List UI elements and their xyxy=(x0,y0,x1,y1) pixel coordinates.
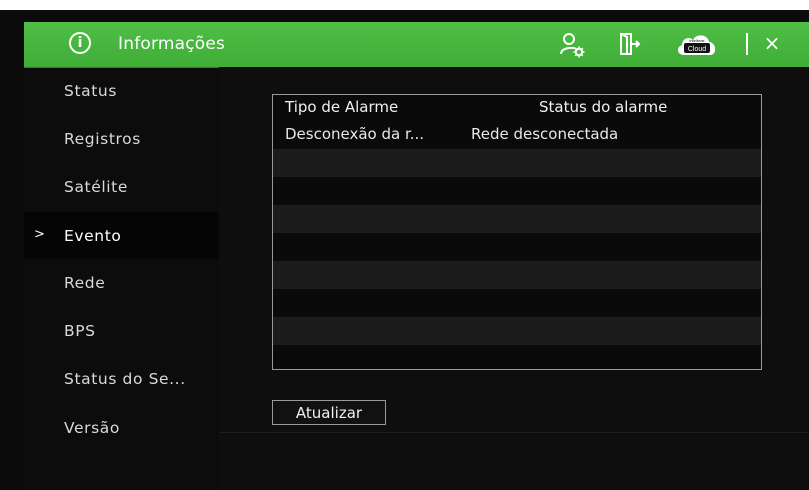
logout-icon[interactable] xyxy=(619,32,641,56)
sidebar-item-satelite[interactable]: Satélite xyxy=(24,163,219,210)
sidebar-item-label: BPS xyxy=(64,322,96,340)
table-row-empty xyxy=(273,149,761,177)
alarm-table: Tipo de Alarme Status do alarme Desconex… xyxy=(272,94,762,370)
alarm-type-cell: Desconexão da r... xyxy=(285,125,425,143)
sidebar-item-versao[interactable]: Versão xyxy=(24,404,219,451)
content-divider xyxy=(219,432,809,433)
user-settings-icon[interactable] xyxy=(559,32,585,58)
table-row-empty xyxy=(273,317,761,345)
sidebar-item-label: Status xyxy=(64,82,117,100)
info-icon: i xyxy=(69,32,91,54)
table-row-empty xyxy=(273,261,761,289)
sidebar-item-bps[interactable]: BPS xyxy=(24,307,219,354)
window-title: Informações xyxy=(118,34,226,54)
sidebar-item-label: Versão xyxy=(64,419,120,437)
alarm-status-cell: Rede desconectada xyxy=(471,125,619,143)
title-bar: i Informações intelbras Cloud × xyxy=(24,22,809,67)
sidebar: Status Registros Satélite > Evento Rede … xyxy=(24,67,219,490)
cloud-icon[interactable]: intelbras Cloud xyxy=(675,30,719,58)
dvr-window: i Informações intelbras Cloud × Status R… xyxy=(24,22,809,490)
table-row-empty xyxy=(273,205,761,233)
sidebar-item-label: Status do Se... xyxy=(64,370,186,388)
close-icon[interactable]: × xyxy=(761,31,783,55)
sidebar-item-status-do-se[interactable]: Status do Se... xyxy=(24,355,219,402)
column-header-alarm-type[interactable]: Tipo de Alarme xyxy=(285,98,398,116)
sidebar-item-rede[interactable]: Rede xyxy=(24,259,219,306)
chevron-right-icon: > xyxy=(34,227,46,242)
refresh-button[interactable]: Atualizar xyxy=(272,400,386,425)
sidebar-item-label: Satélite xyxy=(64,178,128,196)
titlebar-divider xyxy=(746,33,748,55)
table-row-empty xyxy=(273,289,761,317)
table-row[interactable]: Desconexão da r... Rede desconectada xyxy=(273,121,761,149)
sidebar-item-label: Registros xyxy=(64,130,141,148)
cloud-brand-label: intelbras xyxy=(689,38,704,43)
screen: i Informações intelbras Cloud × Status R… xyxy=(0,0,809,490)
sidebar-item-registros[interactable]: Registros xyxy=(24,115,219,162)
column-header-alarm-status[interactable]: Status do alarme xyxy=(539,98,667,116)
sidebar-item-evento[interactable]: > Evento xyxy=(24,212,219,259)
table-row-empty xyxy=(273,177,761,205)
table-row-empty xyxy=(273,345,761,369)
cloud-label: Cloud xyxy=(688,46,706,53)
sidebar-item-label: Rede xyxy=(64,274,106,292)
sidebar-item-label: Evento xyxy=(64,227,122,245)
sidebar-item-status[interactable]: Status xyxy=(24,67,219,114)
table-row-empty xyxy=(273,233,761,261)
content-panel: Tipo de Alarme Status do alarme Desconex… xyxy=(219,67,809,490)
